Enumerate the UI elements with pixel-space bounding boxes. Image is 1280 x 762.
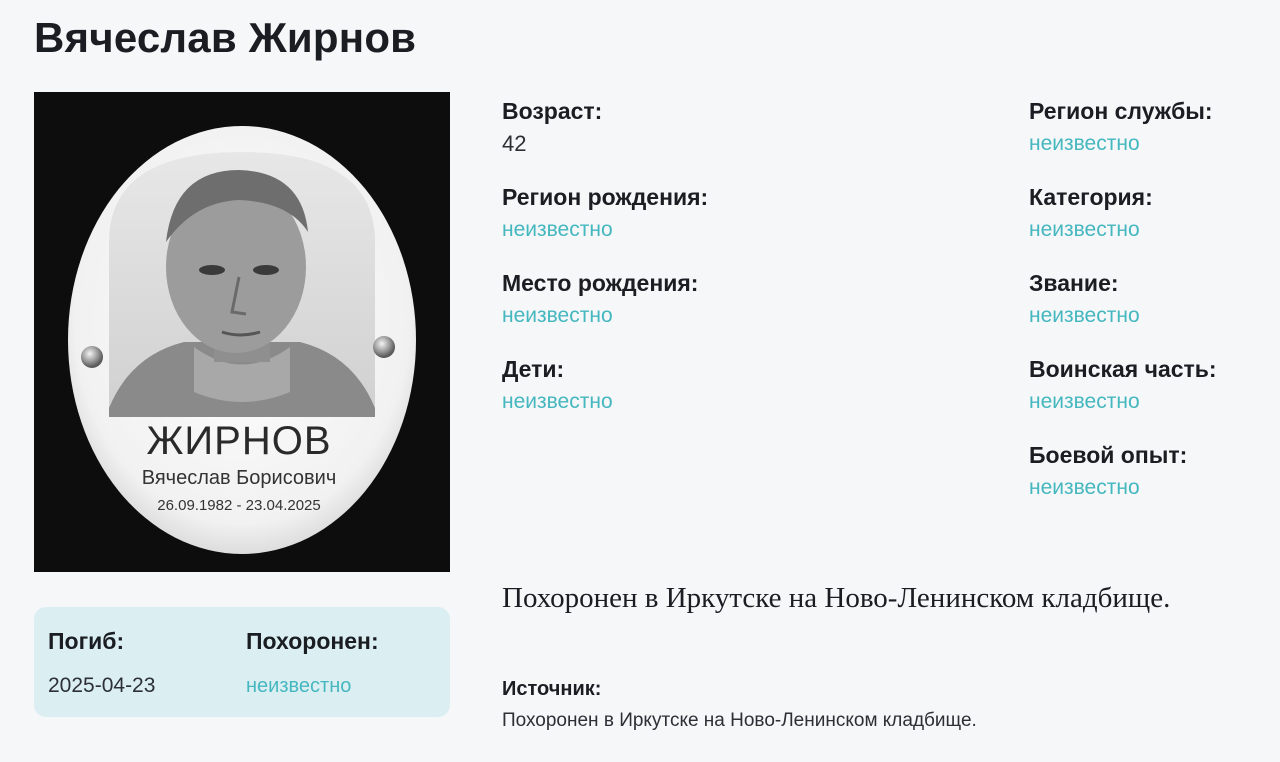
field-label: Место рождения: xyxy=(502,270,699,296)
field-value: неизвестно xyxy=(1029,132,1140,155)
left-screw-icon xyxy=(81,346,103,368)
field-label: Боевой опыт: xyxy=(1029,442,1188,468)
field-birth-region: Регион рождения: неизвестно xyxy=(502,183,708,243)
field-label: Дети: xyxy=(502,356,565,382)
field-children: Дети: неизвестно xyxy=(502,355,613,415)
field-label: Воинская часть: xyxy=(1029,356,1217,382)
field-value: неизвестно xyxy=(1029,218,1140,241)
field-value: неизвестно xyxy=(502,390,613,413)
memorial-photo: ЖИРНОВ Вячеслав Борисович 26.09.1982 - 2… xyxy=(34,92,450,572)
field-label: Категория: xyxy=(1029,184,1153,210)
field-age: Возраст: 42 xyxy=(502,97,602,157)
right-screw-icon xyxy=(373,336,395,358)
field-value: неизвестно xyxy=(502,218,613,241)
source-label: Источник: xyxy=(502,678,602,700)
died-label: Погиб: xyxy=(48,628,125,654)
memorial-page: Вячеслав Жирнов ЖИРНОВ Вячеслав Борисови… xyxy=(0,0,1280,762)
page-title: Вячеслав Жирнов xyxy=(34,14,417,61)
burial-description: Похоронен в Иркутске на Ново-Ленинском к… xyxy=(502,582,1171,614)
died-group: Погиб: 2025-04-23 xyxy=(48,627,155,699)
field-value: неизвестно xyxy=(1029,304,1140,327)
field-value: 42 xyxy=(502,131,527,156)
death-info-card: Погиб: 2025-04-23 Похоронен: неизвестно xyxy=(34,607,450,717)
field-label: Возраст: xyxy=(502,98,603,124)
field-category: Категория: неизвестно xyxy=(1029,183,1153,243)
field-service-region: Регион службы: неизвестно xyxy=(1029,97,1213,157)
field-combat-experience: Боевой опыт: неизвестно xyxy=(1029,441,1187,501)
buried-value: неизвестно xyxy=(246,675,352,697)
field-value: неизвестно xyxy=(502,304,613,327)
field-label: Звание: xyxy=(1029,270,1119,296)
field-label: Регион службы: xyxy=(1029,98,1213,124)
field-value: неизвестно xyxy=(1029,390,1140,413)
field-value: неизвестно xyxy=(1029,476,1140,499)
died-value: 2025-04-23 xyxy=(48,674,156,697)
plaque-dates: 26.09.1982 - 23.04.2025 xyxy=(157,497,320,514)
field-label: Регион рождения: xyxy=(502,184,709,210)
buried-group: Похоронен: неизвестно xyxy=(246,627,379,699)
plaque-surname: ЖИРНОВ xyxy=(146,419,331,463)
plaque-fullname: Вячеслав Борисович xyxy=(142,467,337,489)
buried-label: Похоронен: xyxy=(246,628,379,654)
source-text: Похоронен в Иркутске на Ново-Ленинском к… xyxy=(502,710,977,731)
field-military-unit: Воинская часть: неизвестно xyxy=(1029,355,1217,415)
field-birth-place: Место рождения: неизвестно xyxy=(502,269,698,329)
field-rank: Звание: неизвестно xyxy=(1029,269,1140,329)
